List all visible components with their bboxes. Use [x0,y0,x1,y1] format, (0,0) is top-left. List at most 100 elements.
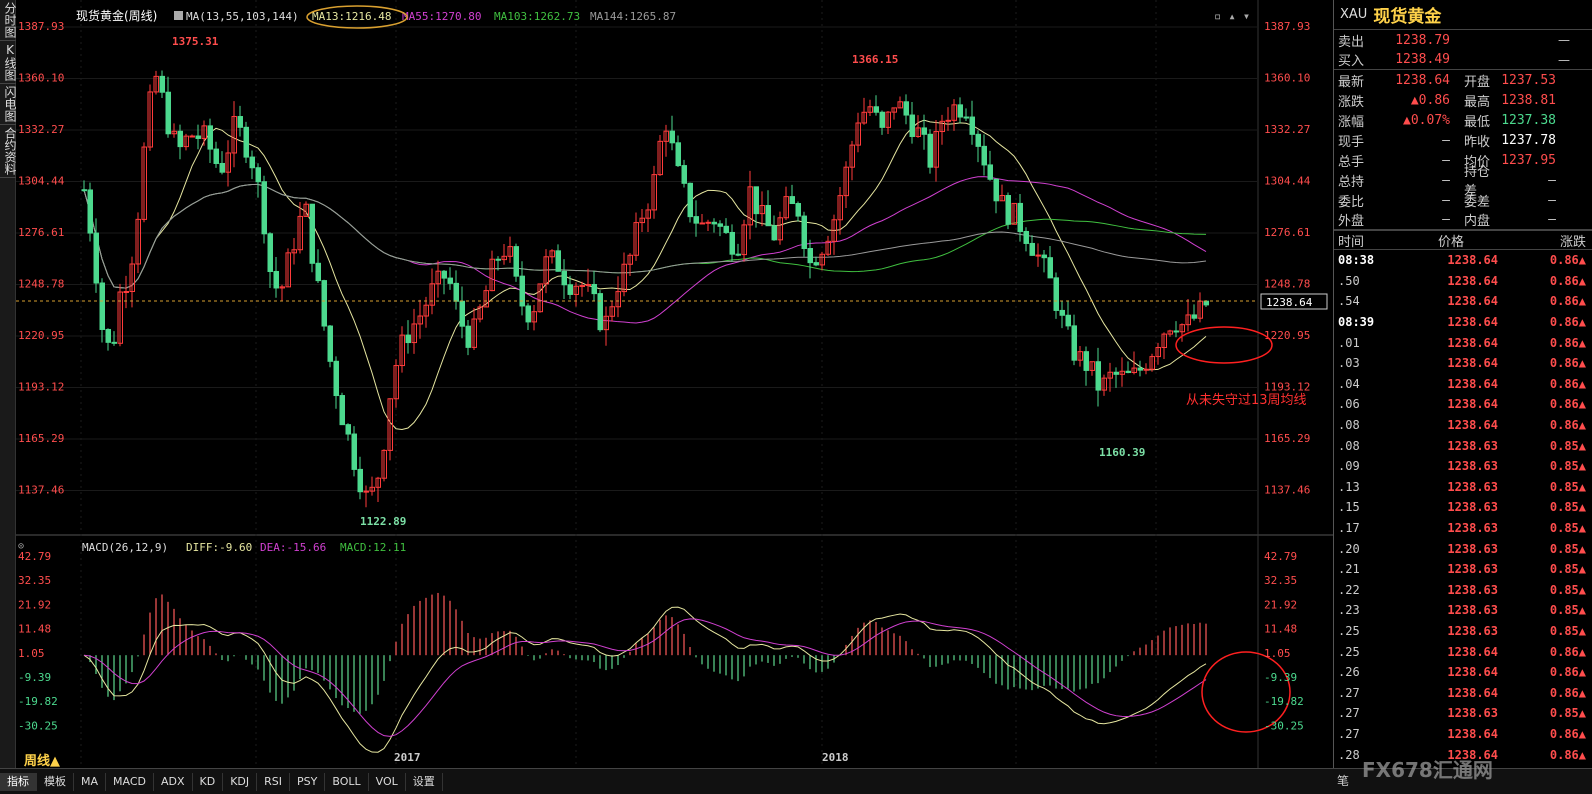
candle-body [1173,330,1179,333]
period-selector[interactable]: 周线▲ [24,750,60,769]
macd-tick-right: 11.48 [1264,623,1297,636]
tick-change: 0.86▲ [1549,335,1586,350]
macd-tick-right: 42.79 [1264,550,1297,563]
high-annotation-1: 1375.31 [172,35,219,48]
macd-tick-left: 21.92 [18,598,51,611]
quote-label: 外盘 [1338,214,1365,229]
tab-kdj[interactable]: KDJ [223,772,258,791]
tab-kd[interactable]: KD [193,772,224,791]
tick-time: .15 [1338,500,1360,515]
tick-change: 0.85▲ [1549,623,1586,638]
tab-ma[interactable]: MA [74,772,107,791]
tab-template[interactable]: 模板 [37,772,74,791]
tick-header: 时间 价格 涨跌 [1334,230,1592,250]
tick-price: 1238.64 [1447,397,1498,412]
toolbar-intraday[interactable]: 分时图 [0,0,17,41]
candle-body [699,222,705,225]
tick-price: 1238.63 [1447,603,1498,618]
tick-time: .13 [1338,479,1360,494]
tick-price: 1238.63 [1447,706,1498,721]
tick-row: .09 1238.63 0.85▲ [1334,456,1592,477]
quote-buy-row: 买入 1238.49 — [1334,50,1592,70]
candle-body [1023,230,1029,244]
candle-body [525,305,531,323]
tick-list[interactable]: 08:38 1238.64 0.86▲ .50 1238.64 0.86▲ .54 1238.… [1334,250,1592,765]
candle-body [321,280,327,327]
price-tick-left: 1387.93 [18,20,64,33]
candle-body [1083,351,1089,371]
tick-row: .54 1238.64 0.86▲ [1334,291,1592,312]
candle-body [243,126,249,158]
tick-price: 1238.63 [1447,541,1498,556]
tick-change: 0.86▲ [1549,315,1586,330]
candle-body [159,75,165,93]
candle-body [177,130,183,148]
candle-body [567,284,573,295]
candle-body [339,395,345,426]
tab-indicator[interactable]: 指标 [0,772,37,791]
tab-rsi[interactable]: RSI [257,772,291,791]
candle-body [807,248,813,264]
candle-body [957,104,963,118]
watermark: FX678汇通网 [1362,758,1493,782]
tick-time: .09 [1338,459,1360,474]
candle-body [333,360,339,397]
tab-boll[interactable]: BOLL [325,772,369,791]
tick-change: 0.85▲ [1549,706,1586,721]
candle-body [813,262,819,266]
candle-body [357,468,363,493]
candle-body [879,111,885,128]
quote-value: 1238.64 [1395,72,1450,88]
tab-adx[interactable]: ADX [154,772,193,791]
candle-body [453,282,459,302]
candle-body [1143,368,1149,371]
quote-label: 总手 [1338,154,1365,170]
quote-row: 委比 — 委差 — [1334,190,1592,210]
tick-row: .22 1238.63 0.85▲ [1334,580,1592,601]
candle-body [1137,367,1143,371]
candle-body [975,133,981,147]
candle-body [681,165,687,184]
candle-body [597,293,603,331]
tick-price: 1238.63 [1447,459,1498,474]
tick-row: .21 1238.63 0.85▲ [1334,559,1592,580]
macd-tick-left: 11.48 [18,623,51,636]
tick-price: 1238.63 [1447,562,1498,577]
macd-tick-left: -19.82 [18,695,58,708]
tick-change: 0.86▲ [1549,294,1586,309]
quote-row: 总持 — 持仓差 — [1334,165,1592,199]
ma55-label: MA55:1270.80 [402,10,481,23]
candle-body [105,328,111,343]
candle-body [111,341,117,344]
toolbar-contract-info[interactable]: 合约资料 [0,125,17,178]
quote-footer-label[interactable]: 笔 [1333,774,1349,788]
price-tick-right: 1387.93 [1264,20,1310,33]
tick-price: 1238.64 [1447,726,1498,741]
tick-time: 08:39 [1338,315,1375,330]
tab-vol[interactable]: VOL [369,772,406,791]
price-tick-right: 1193.12 [1264,381,1310,394]
tab-settings[interactable]: 设置 [406,772,443,791]
candle-body [1005,195,1011,225]
tick-price: 1238.63 [1447,479,1498,494]
candle-body [351,433,357,470]
quote-value: 1238.81 [1501,92,1556,108]
candle-body [87,189,93,234]
tick-change: 0.85▲ [1549,541,1586,556]
tick-time: .23 [1338,603,1360,618]
candle-body [255,167,261,183]
tick-change: 0.86▲ [1549,397,1586,412]
tab-macd[interactable]: MACD [106,772,154,791]
quote-value: — [1442,132,1450,148]
toolbar-flash[interactable]: 闪电图 [0,84,17,125]
tick-change: 0.86▲ [1549,685,1586,700]
candle-body [705,221,711,224]
tab-psy[interactable]: PSY [290,772,326,791]
candle-body [165,91,171,135]
macd-tick-left: -9.39 [18,671,51,684]
kline-chart[interactable]: 现货黄金(周线) MA(13,55,103,144) MA13:1216.48 … [16,0,1333,768]
window-controls[interactable]: ▫ ▴ ▾ [1214,9,1250,23]
tick-row: .03 1238.64 0.86▲ [1334,353,1592,374]
toolbar-kline[interactable]: K线图 [0,41,17,84]
buy-label: 买入 [1338,54,1365,69]
